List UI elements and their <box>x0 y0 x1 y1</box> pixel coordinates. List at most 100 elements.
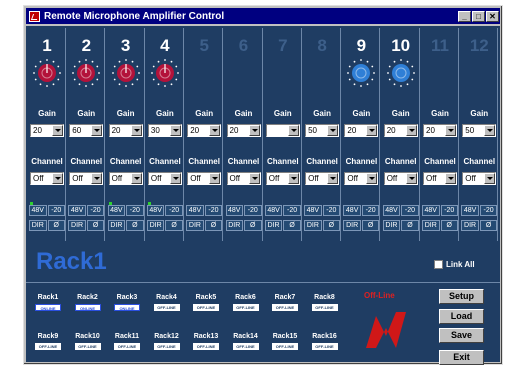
phantom-48v-button[interactable]: 48V <box>225 205 243 216</box>
phase-button[interactable]: Ø <box>479 220 498 231</box>
load-button[interactable]: Load <box>439 309 484 324</box>
channel-select[interactable]: Off <box>108 172 143 185</box>
gain-knob[interactable] <box>72 59 101 87</box>
gain-select[interactable]: 50 <box>305 124 340 137</box>
rack-item[interactable]: Rack9 OFF-LINE <box>30 333 66 350</box>
gain-select[interactable]: 20 <box>108 124 143 137</box>
phantom-48v-button[interactable]: 48V <box>264 205 283 216</box>
gain-knob[interactable] <box>150 59 179 87</box>
chevron-down-icon[interactable] <box>445 173 456 184</box>
rack-item[interactable]: Rack4 OFF-LINE <box>149 294 185 311</box>
phase-button[interactable]: Ø <box>401 220 419 231</box>
chevron-down-icon[interactable] <box>366 125 378 136</box>
rack-item[interactable]: Rack7 OFF-LINE <box>267 294 303 311</box>
pad-20-button[interactable]: -20 <box>479 205 498 216</box>
pad-20-button[interactable]: -20 <box>322 205 341 216</box>
rack-item[interactable]: Rack8 OFF-LINE <box>307 294 343 311</box>
channel-select[interactable]: Off <box>226 172 261 185</box>
gain-select[interactable]: 20 <box>187 124 222 137</box>
gain-select[interactable]: 60 <box>69 124 104 137</box>
checkbox-box[interactable] <box>434 260 443 269</box>
dir-button[interactable]: DIR <box>343 220 361 231</box>
chevron-down-icon[interactable] <box>484 125 496 136</box>
pad-20-button[interactable]: -20 <box>204 205 223 216</box>
dir-button[interactable]: DIR <box>186 220 204 231</box>
pad-20-button[interactable]: -20 <box>401 205 419 216</box>
phase-button[interactable]: Ø <box>440 220 458 231</box>
pad-20-button[interactable]: -20 <box>283 205 301 216</box>
phantom-48v-button[interactable]: 48V <box>382 205 401 216</box>
chevron-down-icon[interactable] <box>91 173 103 184</box>
gain-knob[interactable] <box>33 59 61 87</box>
phase-button[interactable]: Ø <box>283 220 301 231</box>
chevron-down-icon[interactable] <box>405 125 417 136</box>
gain-select[interactable]: 20 <box>383 124 418 137</box>
phantom-48v-button[interactable]: 48V <box>461 205 479 216</box>
channel-select[interactable]: Off <box>265 172 300 185</box>
chevron-down-icon[interactable] <box>209 125 221 136</box>
chevron-down-icon[interactable] <box>287 173 299 184</box>
rack-item[interactable]: Rack13 OFF-LINE <box>188 333 224 350</box>
rack-item[interactable]: Rack15 OFF-LINE <box>267 333 303 350</box>
dir-button[interactable]: DIR <box>146 220 165 231</box>
phantom-48v-button[interactable]: 48V <box>422 205 440 216</box>
dir-button[interactable]: DIR <box>264 220 283 231</box>
rack-item[interactable]: Rack2 ONLINE <box>70 294 106 311</box>
rack-item[interactable]: Rack12 OFF-LINE <box>149 333 185 350</box>
gain-knob[interactable] <box>111 59 140 87</box>
gain-select[interactable]: 20 <box>226 124 261 137</box>
dir-button[interactable]: DIR <box>29 220 47 231</box>
phase-button[interactable]: Ø <box>86 220 105 231</box>
gain-knob[interactable] <box>347 59 376 87</box>
gain-knob[interactable] <box>386 59 415 87</box>
rack-item[interactable]: Rack16 OFF-LINE <box>307 333 343 350</box>
chevron-down-icon[interactable] <box>445 125 456 136</box>
chevron-down-icon[interactable] <box>248 173 260 184</box>
rack-item[interactable]: Rack6 OFF-LINE <box>228 294 264 311</box>
phase-button[interactable]: Ø <box>126 220 144 231</box>
rack-item[interactable]: Rack5 OFF-LINE <box>188 294 224 311</box>
phantom-48v-button[interactable]: 48V <box>304 205 322 216</box>
chevron-down-icon[interactable] <box>287 125 299 136</box>
phase-button[interactable]: Ø <box>204 220 223 231</box>
channel-select[interactable]: Off <box>30 172 64 185</box>
channel-select[interactable]: Off <box>462 172 497 185</box>
rack-item[interactable]: Rack3 ONLINE <box>109 294 145 311</box>
gain-select[interactable] <box>265 124 300 137</box>
dir-button[interactable]: DIR <box>422 220 440 231</box>
pad-20-button[interactable]: -20 <box>244 205 262 216</box>
gain-select[interactable]: 20 <box>344 124 379 137</box>
chevron-down-icon[interactable] <box>327 173 339 184</box>
phantom-48v-button[interactable]: 48V <box>186 205 204 216</box>
rack-item[interactable]: Rack10 OFF-LINE <box>70 333 106 350</box>
dir-button[interactable]: DIR <box>382 220 401 231</box>
dir-button[interactable]: DIR <box>461 220 479 231</box>
phantom-48v-button[interactable]: 48V <box>29 205 47 216</box>
chevron-down-icon[interactable] <box>91 125 103 136</box>
phantom-48v-button[interactable]: 48V <box>107 205 126 216</box>
phase-button[interactable]: Ø <box>361 220 380 231</box>
gain-select[interactable]: 30 <box>147 124 182 137</box>
channel-select[interactable]: Off <box>69 172 104 185</box>
pad-20-button[interactable]: -20 <box>361 205 380 216</box>
rack-item[interactable]: Rack14 OFF-LINE <box>228 333 264 350</box>
save-button[interactable]: Save <box>439 328 484 343</box>
minimize-button[interactable]: _ <box>458 10 471 22</box>
exit-button[interactable]: Exit <box>439 350 484 365</box>
chevron-down-icon[interactable] <box>327 125 339 136</box>
dir-button[interactable]: DIR <box>304 220 322 231</box>
dir-button[interactable]: DIR <box>68 220 86 231</box>
phantom-48v-button[interactable]: 48V <box>343 205 361 216</box>
gain-select[interactable]: 20 <box>423 124 457 137</box>
chevron-down-icon[interactable] <box>248 125 260 136</box>
chevron-down-icon[interactable] <box>484 173 496 184</box>
phantom-48v-button[interactable]: 48V <box>68 205 86 216</box>
chevron-down-icon[interactable] <box>405 173 417 184</box>
pad-20-button[interactable]: -20 <box>47 205 65 216</box>
chevron-down-icon[interactable] <box>52 173 63 184</box>
phase-button[interactable]: Ø <box>244 220 262 231</box>
close-button[interactable]: ✕ <box>486 10 499 22</box>
phase-button[interactable]: Ø <box>47 220 65 231</box>
phase-button[interactable]: Ø <box>165 220 183 231</box>
chevron-down-icon[interactable] <box>130 173 142 184</box>
